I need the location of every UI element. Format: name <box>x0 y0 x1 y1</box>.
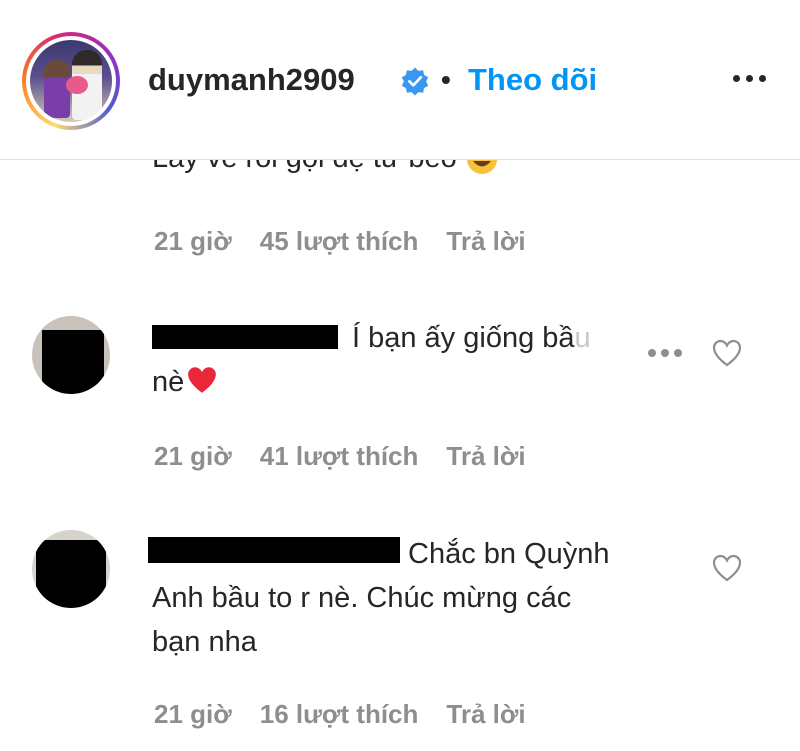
username-link[interactable]: duymanh2909 <box>148 60 355 100</box>
reply-button[interactable]: Trả lời <box>446 699 525 729</box>
avatar-photo <box>30 40 112 122</box>
verified-badge-icon <box>401 67 429 96</box>
comment-meta: 21 giờ 16 lượt thích Trả lời <box>154 698 526 730</box>
comment-text: Í bạn ấy giống bầu <box>352 322 591 354</box>
header-separator: • <box>441 64 451 95</box>
comment-time: 21 giờ <box>154 699 232 729</box>
commenter-avatar[interactable] <box>32 316 110 394</box>
comment-time: 21 giờ <box>154 226 232 256</box>
like-count[interactable]: 45 lượt thích <box>260 226 419 256</box>
like-count[interactable]: 41 lượt thích <box>260 441 419 471</box>
post-header: duymanh2909 • Theo dõi <box>0 0 800 160</box>
redaction-block <box>36 540 106 608</box>
comment-options-icon[interactable] <box>648 349 682 359</box>
reply-button[interactable]: Trả lời <box>446 226 525 256</box>
comment-time: 21 giờ <box>154 441 232 471</box>
comment-text: Chắc bn Quỳnh <box>408 538 610 570</box>
comment-meta: 21 giờ 45 lượt thích Trả lời <box>154 225 526 257</box>
comment-text-line3: bạn nha <box>152 626 257 658</box>
comment-meta: 21 giờ 41 lượt thích Trả lời <box>154 440 526 472</box>
redacted-username[interactable] <box>148 537 400 563</box>
profile-avatar[interactable] <box>22 32 120 130</box>
more-options-icon[interactable] <box>732 66 768 90</box>
red-heart-emoji-icon <box>188 367 217 393</box>
heart-outline-icon[interactable] <box>712 339 742 367</box>
laughing-emoji-icon <box>466 160 497 175</box>
header-divider <box>0 159 800 160</box>
follow-button[interactable]: Theo dõi <box>468 60 597 100</box>
clipped-comment-text: Lấy vê rồi gọi đệ tử béo <box>152 160 499 178</box>
heart-outline-icon[interactable] <box>712 554 742 582</box>
comment-text-line2: Anh bầu to r nè. Chúc mừng các <box>152 582 572 614</box>
comment-text-line2: nè <box>152 360 218 404</box>
reply-button[interactable]: Trả lời <box>446 441 525 471</box>
commenter-avatar[interactable] <box>32 530 110 608</box>
redacted-username[interactable] <box>152 325 338 349</box>
clipped-comment: Lấy vê rồi gọi đệ tử béo <box>0 160 800 200</box>
redaction-block <box>42 330 104 394</box>
like-count[interactable]: 16 lượt thích <box>260 699 419 729</box>
